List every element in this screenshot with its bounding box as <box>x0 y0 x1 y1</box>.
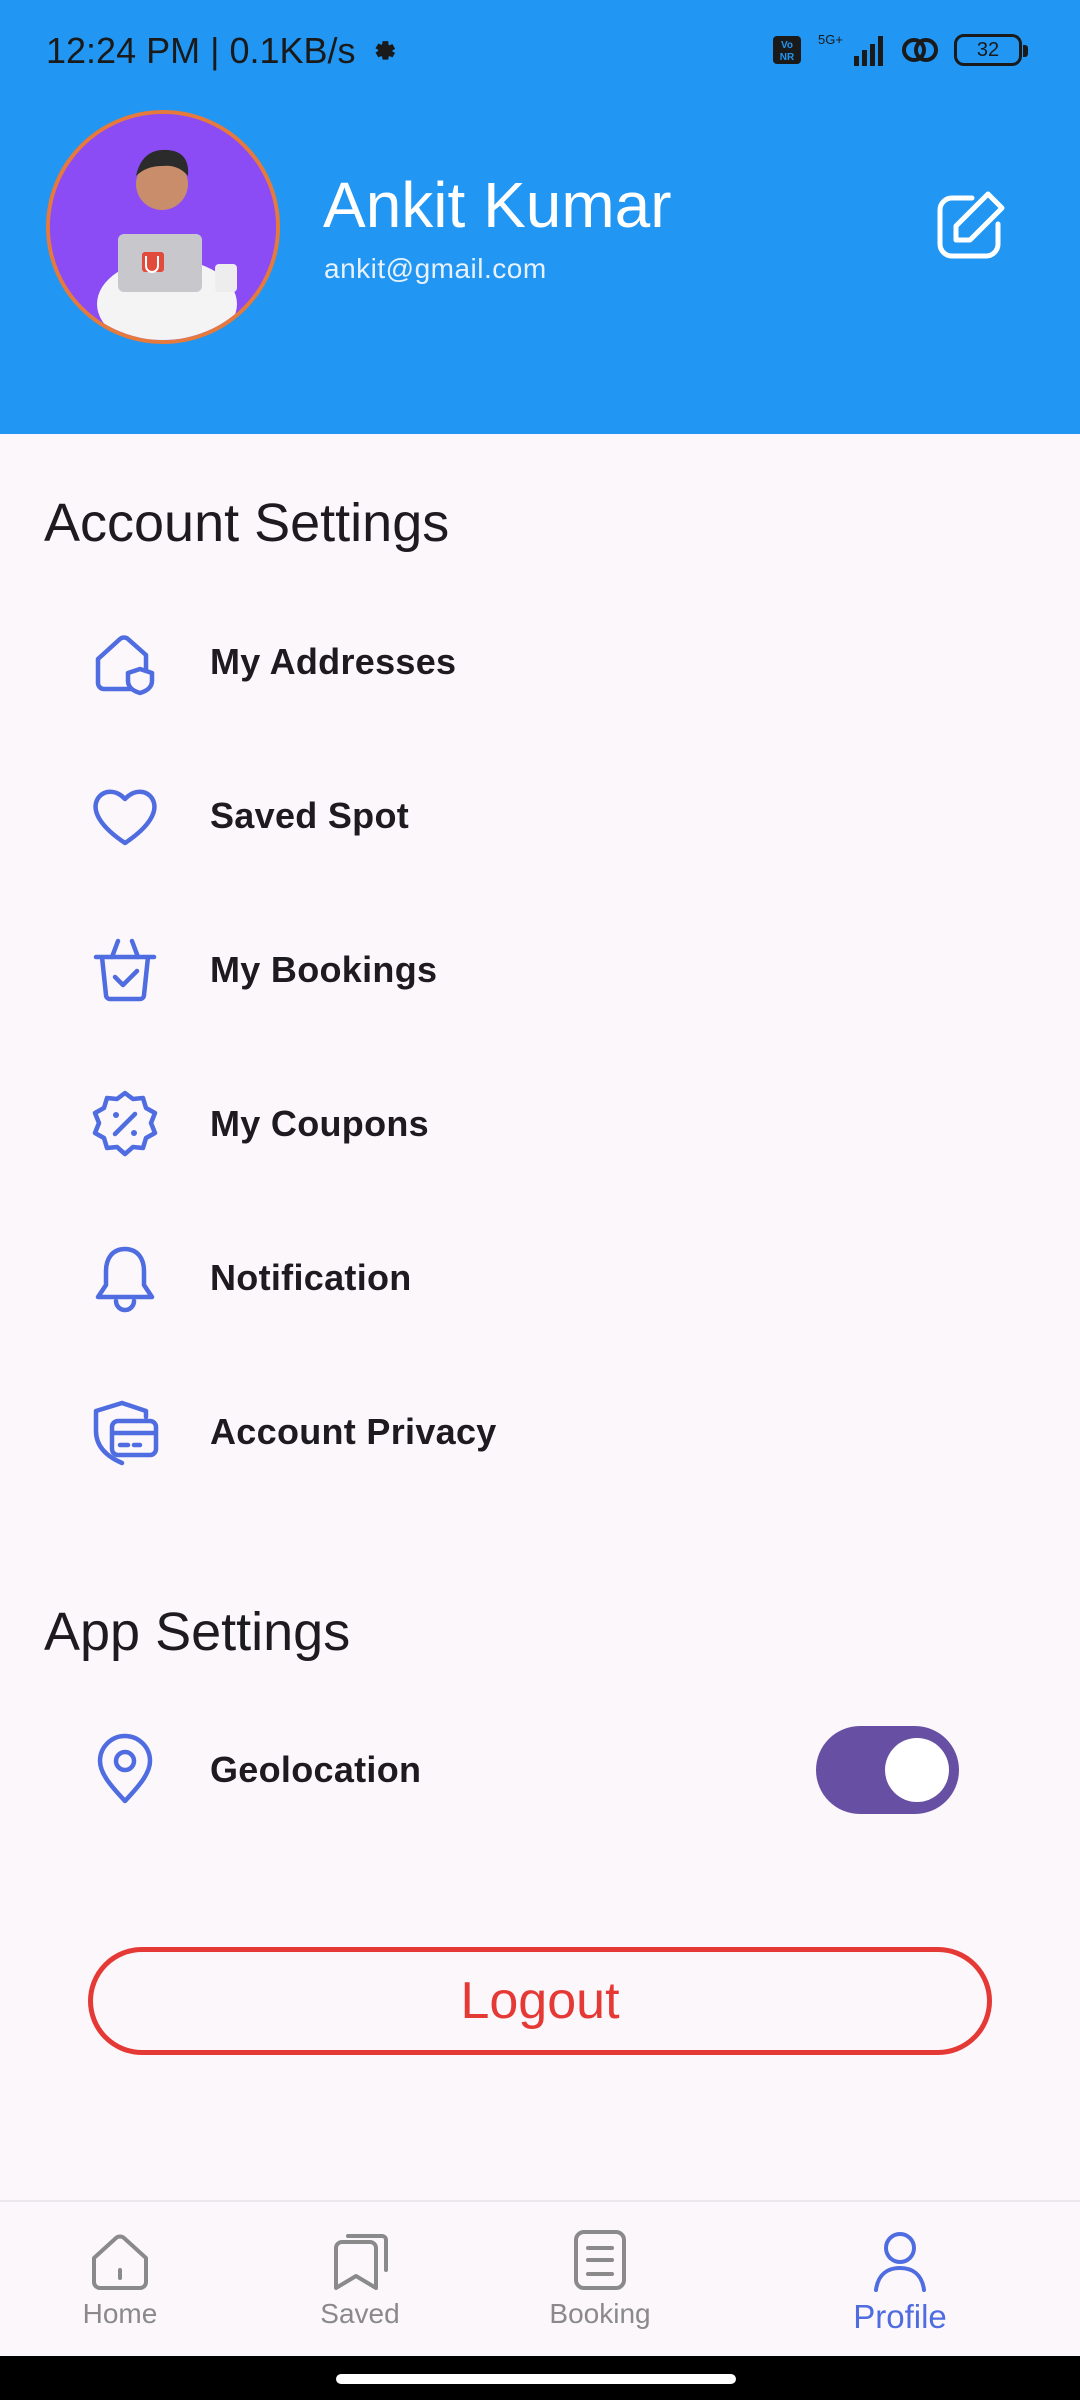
menu-item-saved-spot[interactable]: Saved Spot <box>0 741 1080 891</box>
menu-label-my-addresses: My Addresses <box>210 641 457 682</box>
menu-label-my-coupons: My Coupons <box>210 1103 429 1144</box>
profile-email: ankit@gmail.com <box>324 253 547 284</box>
booking-icon <box>574 2230 626 2290</box>
shield-card-icon <box>93 1400 159 1466</box>
home-indicator[interactable] <box>336 2374 736 2384</box>
settings-gear-icon <box>375 41 395 60</box>
status-bar: 12:24 PM | 0.1KB/s Vo NR 5G+ 32 <box>0 0 1080 108</box>
edit-pencil-icon <box>937 191 1005 259</box>
nav-home[interactable]: Home <box>20 2202 220 2358</box>
hotspot-link-icon <box>902 38 938 62</box>
avatar-illustration-icon <box>50 114 276 340</box>
heart-icon <box>93 789 157 846</box>
location-pin-icon <box>97 1733 153 1804</box>
edit-profile-button[interactable] <box>930 186 1010 266</box>
nav-label-saved: Saved <box>320 2298 400 2329</box>
status-time: 12:24 PM | 0.1KB/s <box>46 30 400 72</box>
battery-level: 32 <box>976 38 1000 61</box>
volte-icon: Vo NR <box>773 36 801 64</box>
profile-name: Ankit Kumar <box>323 169 672 241</box>
battery-icon: 32 <box>954 34 1028 66</box>
menu-label-saved-spot: Saved Spot <box>210 795 410 836</box>
menu-item-account-privacy[interactable]: Account Privacy <box>0 1357 1080 1507</box>
menu-label-account-privacy: Account Privacy <box>210 1411 497 1452</box>
bottom-navigation: Home Saved Booking Profile <box>0 2200 1080 2356</box>
nav-booking[interactable]: Booking <box>500 2202 700 2358</box>
basket-check-icon <box>93 938 157 1002</box>
menu-label-geolocation: Geolocation <box>210 1749 422 1790</box>
bell-icon <box>95 1246 155 1313</box>
status-time-text: 12:24 PM | 0.1KB/s <box>46 30 356 71</box>
svg-text:NR: NR <box>780 52 795 63</box>
home-icon <box>92 2234 148 2290</box>
app-settings-title: App Settings <box>44 1602 351 1662</box>
account-settings-title: Account Settings <box>44 493 450 553</box>
nav-saved[interactable]: Saved <box>260 2202 460 2358</box>
menu-label-my-bookings: My Bookings <box>210 949 438 990</box>
discount-badge-icon <box>92 1090 158 1157</box>
logout-button[interactable]: Logout <box>88 1947 992 2055</box>
nav-label-home: Home <box>82 2298 158 2329</box>
system-nav-bar <box>0 2356 1080 2400</box>
toggle-knob <box>885 1738 949 1802</box>
status-icons: Vo NR 5G+ 32 <box>772 32 1028 68</box>
menu-item-my-bookings[interactable]: My Bookings <box>0 895 1080 1045</box>
nav-profile[interactable]: Profile <box>800 2202 1000 2358</box>
home-shield-icon <box>95 635 155 696</box>
profile-header: 12:24 PM | 0.1KB/s Vo NR 5G+ 32 Ankit Ku… <box>0 0 1080 434</box>
profile-icon <box>874 2232 926 2292</box>
nav-label-profile: Profile <box>853 2298 947 2335</box>
svg-text:Vo: Vo <box>781 40 793 51</box>
nav-label-booking: Booking <box>549 2298 651 2329</box>
svg-text:5G+: 5G+ <box>818 32 843 47</box>
signal-icon: 5G+ <box>818 32 883 66</box>
menu-item-my-addresses[interactable]: My Addresses <box>0 587 1080 737</box>
menu-item-notification[interactable]: Notification <box>0 1203 1080 1353</box>
menu-item-my-coupons[interactable]: My Coupons <box>0 1049 1080 1199</box>
geolocation-toggle[interactable] <box>816 1726 959 1814</box>
menu-label-notification: Notification <box>210 1257 412 1298</box>
saved-icon <box>334 2234 388 2290</box>
avatar[interactable] <box>46 110 280 344</box>
